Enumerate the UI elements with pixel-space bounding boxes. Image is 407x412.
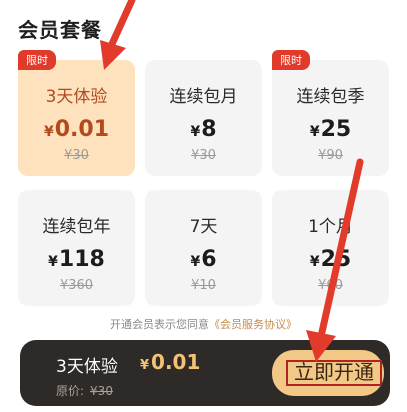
plan-original-price: ¥30 <box>64 148 89 163</box>
plan-original-price: ¥10 <box>191 278 216 293</box>
checkout-bar: 3天体验 ¥0.01 原价: ¥30 立即开通 <box>20 340 390 406</box>
plan-name: 连续包月 <box>169 87 238 107</box>
selected-plan-price: ¥0.01 <box>140 350 201 374</box>
plan-original-price: ¥60 <box>318 278 343 293</box>
service-agreement-link[interactable]: 《会员服务协议》 <box>209 318 297 331</box>
plan-price: ¥25 <box>309 117 352 142</box>
plan-grid: 限时 3天体验 ¥0.01 ¥30 连续包月 ¥8 ¥30 限时 连续包季 ¥2… <box>18 50 389 306</box>
plan-price: ¥118 <box>48 247 105 272</box>
plan-name: 连续包年 <box>42 217 111 237</box>
plan-card-monthly[interactable]: 连续包月 ¥8 ¥30 <box>145 60 262 176</box>
plan-card-3day[interactable]: 限时 3天体验 ¥0.01 ¥30 <box>18 50 135 176</box>
plan-name: 7天 <box>189 217 218 237</box>
plan-price: ¥6 <box>190 247 217 272</box>
agreement-line: 开通会员表示您同意《会员服务协议》 <box>0 316 407 332</box>
plan-price: ¥0.01 <box>43 117 110 142</box>
plan-price: ¥8 <box>190 117 217 142</box>
selected-plan-name: 3天体验 <box>56 357 118 377</box>
plan-price: ¥25 <box>309 247 352 272</box>
plan-original-price: ¥90 <box>318 148 343 163</box>
limited-tag: 限时 <box>272 50 310 70</box>
activate-now-label: 立即开通 <box>286 360 382 386</box>
plan-name: 连续包季 <box>296 87 365 107</box>
agreement-text: 开通会员表示您同意 <box>110 318 209 331</box>
plan-name: 3天体验 <box>45 87 108 107</box>
plan-name: 1个月 <box>308 217 353 237</box>
original-price-line: 原价: ¥30 <box>56 384 113 398</box>
limited-tag: 限时 <box>18 50 56 70</box>
plan-card-7day[interactable]: 7天 ¥6 ¥10 <box>145 190 262 306</box>
activate-now-button[interactable]: 立即开通 <box>272 350 384 396</box>
section-title: 会员套餐 <box>18 18 102 42</box>
plan-card-1month[interactable]: 1个月 ¥25 ¥60 <box>272 190 389 306</box>
plan-card-yearly[interactable]: 连续包年 ¥118 ¥360 <box>18 190 135 306</box>
plan-original-price: ¥30 <box>191 148 216 163</box>
plan-card-quarterly[interactable]: 限时 连续包季 ¥25 ¥90 <box>272 50 389 176</box>
plan-original-price: ¥360 <box>59 278 94 293</box>
